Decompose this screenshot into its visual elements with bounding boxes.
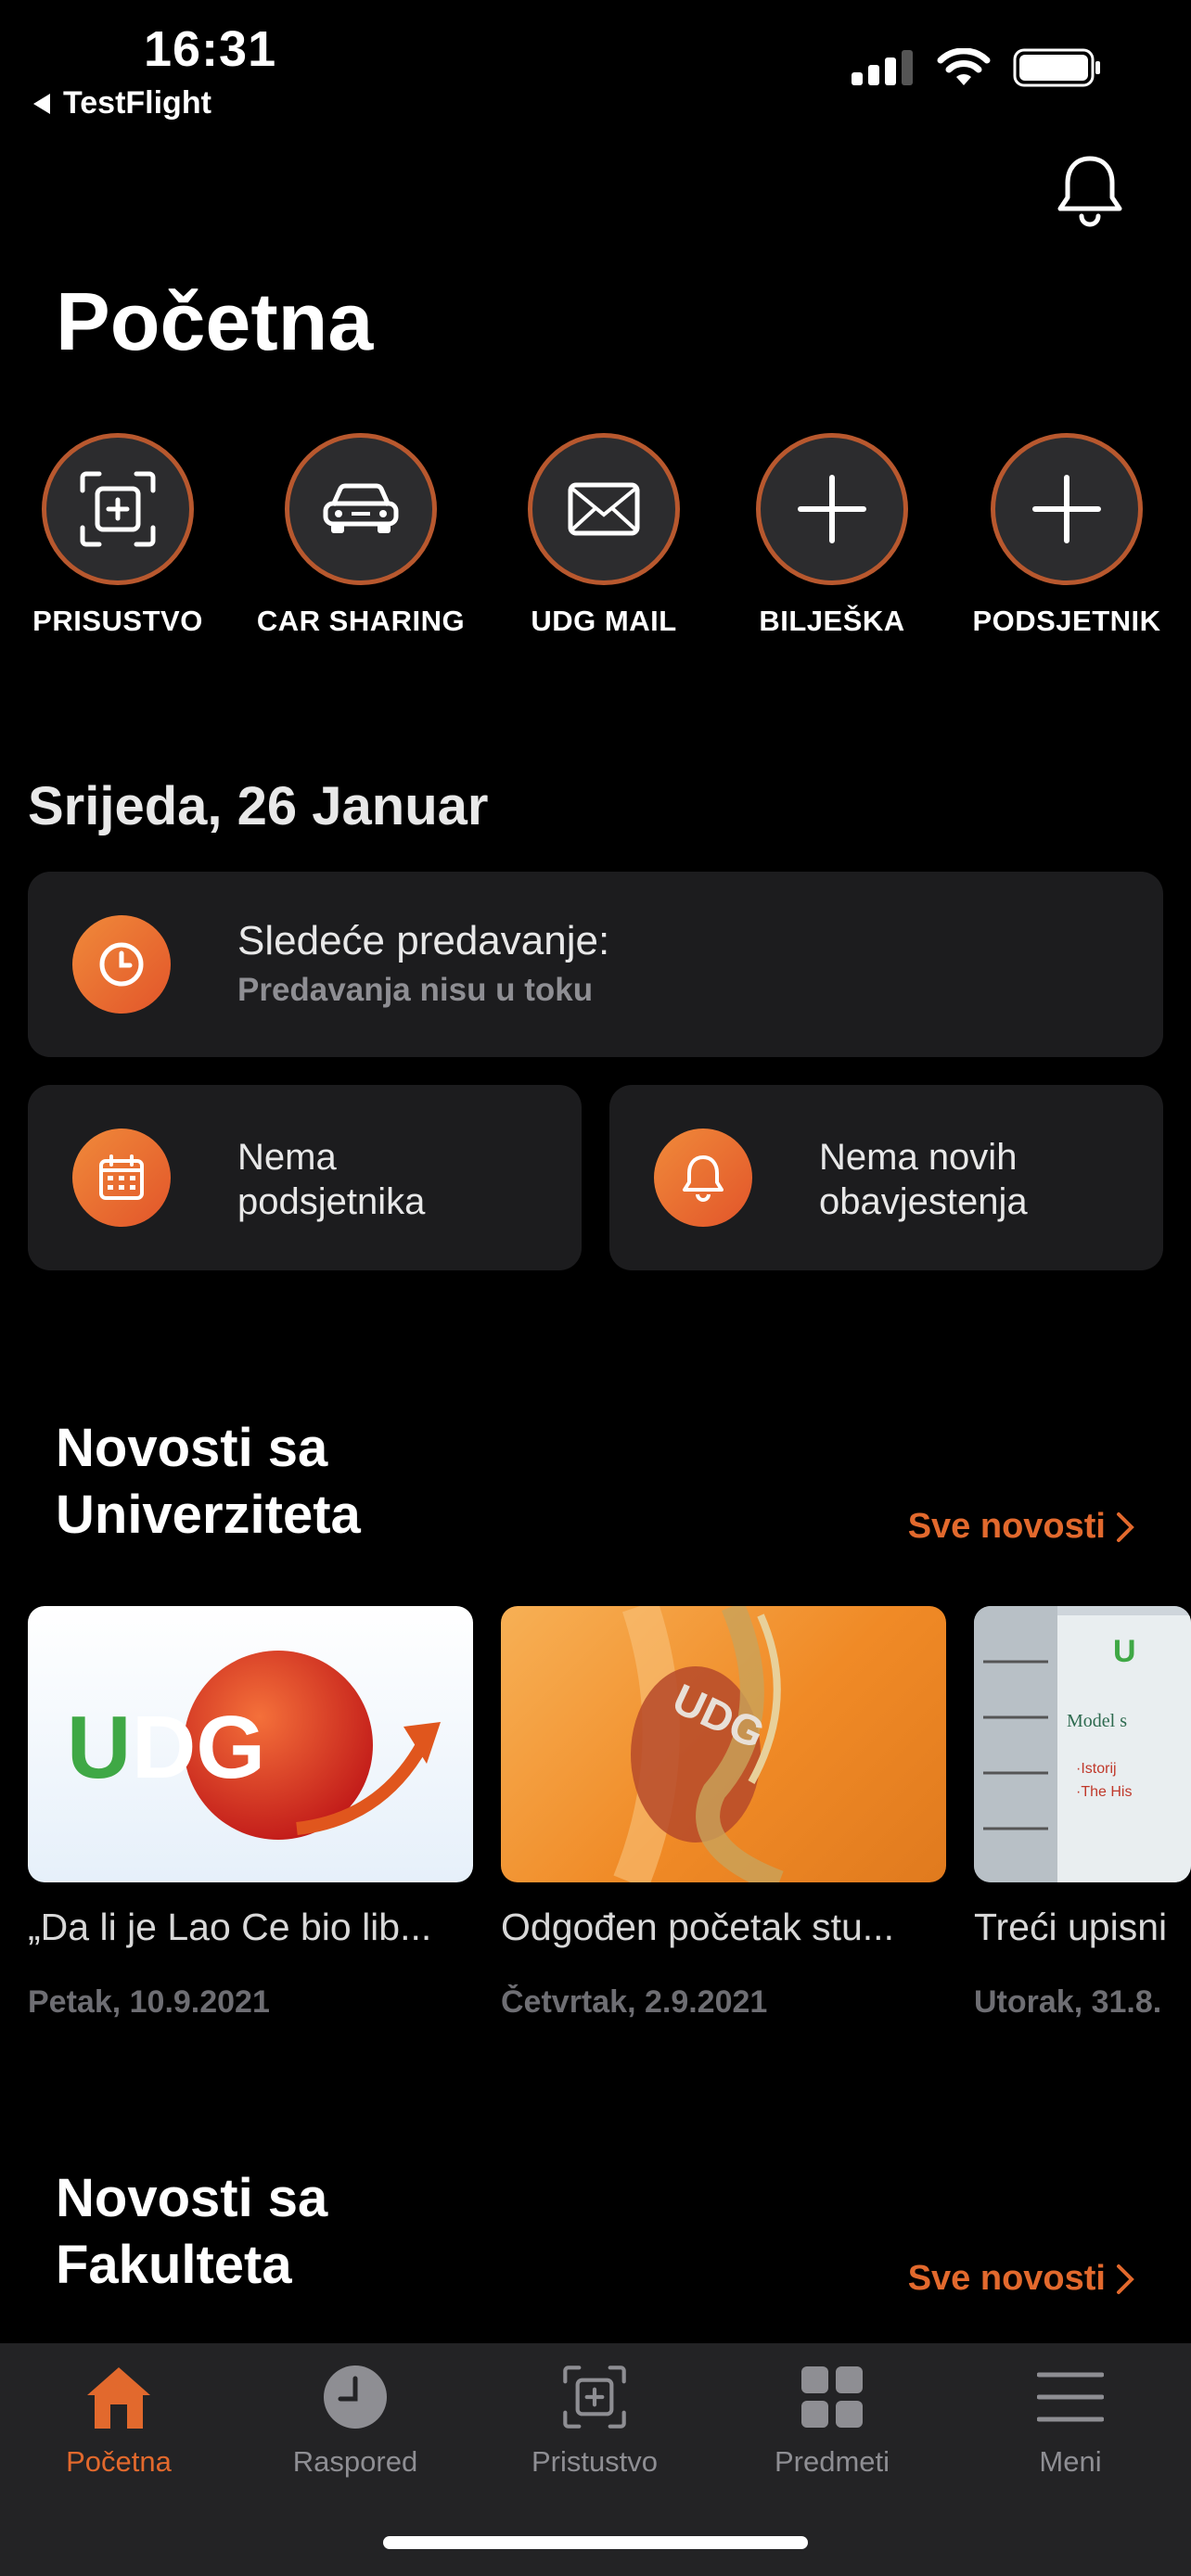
attendance-icon [563, 2366, 626, 2429]
tab-menu[interactable]: Meni [978, 2360, 1163, 2479]
back-label: TestFlight [63, 85, 211, 121]
back-to-testflight[interactable]: TestFlight [33, 85, 211, 121]
notifications-text: Nema novih obavjestenja [819, 1137, 1028, 1222]
mail-icon [568, 482, 640, 536]
news-title: Treći upisni [974, 1906, 1168, 1948]
tab-label: Raspored [292, 2445, 418, 2478]
faculty-news-see-all[interactable]: Sve novosti [908, 2259, 1135, 2299]
chevron-right-icon [1117, 2264, 1134, 2294]
news-date: Četvrtak, 2.9.2021 [501, 1984, 768, 2020]
clock-icon [324, 2366, 387, 2429]
quick-action-udg-mail[interactable] [528, 433, 680, 585]
car-icon [323, 483, 399, 533]
tab-schedule[interactable]: Raspored [263, 2360, 448, 2479]
tab-label: Početna [66, 2445, 172, 2478]
tab-label: Predmeti [774, 2445, 890, 2478]
page-title: Početna [56, 275, 374, 367]
status-icons [852, 48, 1102, 87]
reminders-text: Nema podsjetnika [237, 1137, 426, 1222]
status-time: 16:31 [144, 21, 277, 77]
news-date: Utorak, 31.8. [974, 1984, 1162, 2020]
tab-home[interactable]: Početna [26, 2360, 211, 2479]
svg-text:U: U [1113, 1634, 1136, 1669]
news-date: Petak, 10.9.2021 [28, 1984, 270, 2020]
reminders-card[interactable]: Nema podsjetnika [28, 1085, 582, 1270]
menu-icon [1037, 2372, 1104, 2422]
news-title: „Da li je Lao Ce bio lib... [28, 1906, 432, 1948]
quick-action-note[interactable] [756, 433, 908, 585]
attendance-icon [80, 471, 156, 547]
back-arrow-icon [33, 93, 50, 114]
see-all-label: Sve novosti [907, 1507, 1106, 1546]
next-lecture-value: Predavanja nisu u toku [237, 972, 594, 1008]
notifications-bell-icon[interactable] [1053, 153, 1127, 231]
quick-action-label: CAR SHARING [256, 605, 466, 637]
see-all-label: Sve novosti [907, 2259, 1106, 2298]
quick-action-attendance[interactable] [42, 433, 194, 585]
calendar-icon [72, 1129, 171, 1227]
battery-icon [1013, 48, 1100, 87]
svg-text:·Istorij: ·Istorij [1076, 1761, 1117, 1777]
chevron-right-icon [1117, 1511, 1134, 1542]
faculty-news-title: Novosti sa Fakulteta [56, 2168, 328, 2295]
quick-action-label: BILJEŠKA [759, 605, 905, 637]
tab-subjects[interactable]: Predmeti [739, 2360, 925, 2479]
quick-action-label: PODSJETNIK [972, 605, 1161, 637]
university-news-title: Novosti sa Univerziteta [56, 1418, 361, 1545]
svg-text:Model s: Model s [1067, 1711, 1127, 1731]
next-lecture-card[interactable]: Sledeće predavanje: Predavanja nisu u to… [28, 872, 1163, 1057]
tab-label: Meni [1039, 2445, 1102, 2478]
news-image-orange-shirt: UDG [501, 1606, 946, 1882]
news-card[interactable]: UDG [501, 1606, 946, 1882]
svg-text:·The His: ·The His [1076, 1784, 1132, 1800]
home-indicator[interactable] [383, 2536, 808, 2549]
svg-text:DG: DG [132, 1698, 265, 1797]
news-card[interactable]: U DG [28, 1606, 473, 1882]
news-image-udg-logo: U DG [28, 1606, 473, 1882]
news-title: Odgođen početak stu... [501, 1906, 894, 1948]
svg-text:U: U [67, 1698, 131, 1797]
next-lecture-label: Sledeće predavanje: [237, 918, 610, 963]
quick-action-label: PRISUSTVO [32, 605, 203, 637]
university-news-see-all[interactable]: Sve novosti [908, 1507, 1135, 1547]
notifications-card[interactable]: Nema novih obavjestenja [609, 1085, 1163, 1270]
quick-action-car-sharing[interactable] [285, 433, 437, 585]
news-image-building: U Model s ·Istorij ·The His [974, 1606, 1191, 1882]
plus-icon [1032, 475, 1101, 543]
quick-action-label: UDG MAIL [531, 605, 677, 637]
clock-icon [72, 915, 171, 1014]
home-icon [87, 2367, 150, 2429]
date-heading: Srijeda, 26 Januar [28, 776, 489, 836]
grid-icon [801, 2366, 863, 2428]
signal-icon [852, 50, 913, 85]
plus-icon [798, 475, 866, 543]
quick-action-reminder[interactable] [991, 433, 1143, 585]
wifi-icon [937, 48, 991, 85]
bell-icon [654, 1129, 752, 1227]
tab-label: Pristustvo [531, 2445, 659, 2478]
news-card[interactable]: U Model s ·Istorij ·The His [974, 1606, 1191, 1882]
tab-attendance[interactable]: Pristustvo [502, 2360, 687, 2479]
